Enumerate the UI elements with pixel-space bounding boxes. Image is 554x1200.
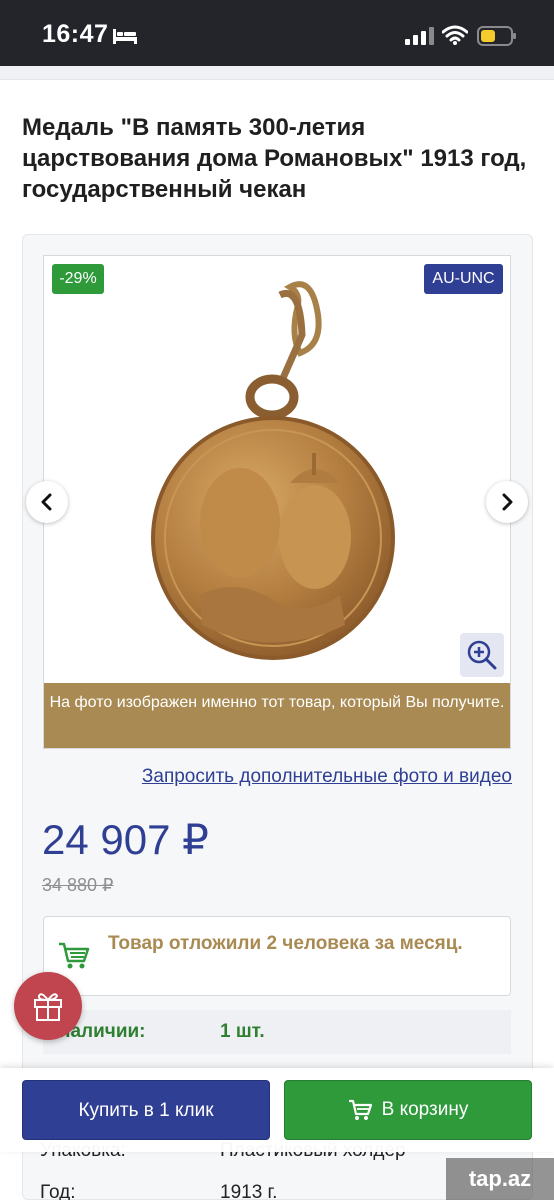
status-time: 16:47 xyxy=(42,20,109,48)
zoom-button[interactable] xyxy=(460,633,504,677)
cart-icon xyxy=(348,1099,372,1120)
discount-badge: -29% xyxy=(52,264,104,294)
request-media-link[interactable]: Запросить дополнительные фото и видео xyxy=(102,766,512,788)
status-bar: 16:47 xyxy=(0,0,554,66)
bed-icon xyxy=(113,29,137,44)
photo-caption: На фото изображен именно тот товар, кото… xyxy=(44,683,510,748)
stock-value: 1 шт. xyxy=(220,1021,265,1042)
gift-icon xyxy=(34,993,62,1021)
reserved-notice: Товар отложили 2 человека за месяц. xyxy=(43,916,511,996)
medal-image xyxy=(151,281,395,660)
stock-row: наличии: 1 шт. xyxy=(43,1010,511,1054)
year-row: Год: 1913 г. xyxy=(40,1178,511,1200)
page-title: Медаль "В память 300-летия царствования … xyxy=(22,114,527,203)
buy-one-click-button[interactable]: Купить в 1 клик xyxy=(22,1080,270,1140)
notice-text: Товар отложили 2 человека за месяц. xyxy=(108,933,463,954)
wifi-icon xyxy=(442,25,468,45)
battery-icon xyxy=(477,26,516,46)
add-to-cart-button[interactable]: В корзину xyxy=(284,1080,532,1140)
zoom-in-icon xyxy=(467,640,497,670)
chevron-left-icon xyxy=(41,493,52,511)
grade-badge: AU-UNC xyxy=(424,264,503,294)
cart-icon xyxy=(59,942,90,969)
prev-photo-button[interactable] xyxy=(26,481,68,523)
year-label: Год: xyxy=(40,1182,76,1200)
signal-icon xyxy=(405,27,434,45)
old-price: 34 880 ₽ xyxy=(42,875,114,895)
year-value: 1913 г. xyxy=(220,1182,278,1200)
add-to-cart-label: В корзину xyxy=(381,1099,469,1120)
next-photo-button[interactable] xyxy=(486,481,528,523)
chevron-right-icon xyxy=(502,493,513,511)
watermark: tap.az xyxy=(446,1158,554,1200)
header-divider xyxy=(0,66,554,80)
gift-button[interactable] xyxy=(14,972,82,1040)
current-price: 24 907 ₽ xyxy=(42,816,209,863)
